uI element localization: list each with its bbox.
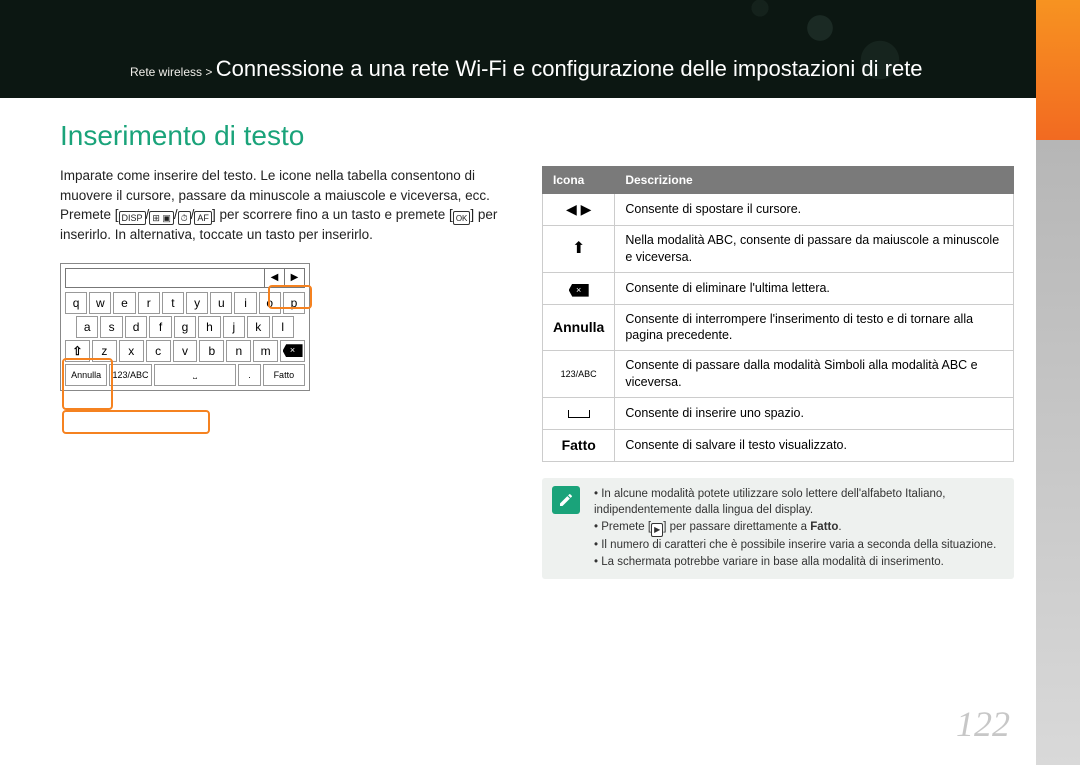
key-k[interactable]: k [247,316,269,338]
onscreen-keyboard: ◀ ▶ qwertyuiop asdfghjkl ⇧zxcvbnm× Annul… [60,263,310,391]
backspace-icon: × [543,272,615,304]
key-d[interactable]: d [125,316,147,338]
key-v[interactable]: v [173,340,198,362]
key-j[interactable]: j [223,316,245,338]
table-row: AnnullaConsente di interrompere l'inseri… [543,304,1014,351]
note-item: In alcune modalità potete utilizzare sol… [594,486,1004,519]
cancel-key[interactable]: Annulla [65,364,107,386]
key-u[interactable]: u [210,292,232,314]
header-background [0,0,1080,98]
key-l[interactable]: l [272,316,294,338]
note-box: In alcune modalità potete utilizzare sol… [542,478,1014,579]
desc-cell: Consente di inserire uno spazio. [615,398,1014,430]
note-pen-icon [552,486,580,514]
key-e[interactable]: e [113,292,135,314]
col-desc: Descrizione [615,167,1014,194]
key-h[interactable]: h [198,316,220,338]
timer-icon: ⏱ [178,211,191,225]
text-field[interactable] [66,269,264,287]
breadcrumb: Rete wireless > Connessione a una rete W… [130,56,923,82]
key-a[interactable]: a [76,316,98,338]
table-row: 123/ABCConsente di passare dalla modalit… [543,351,1014,398]
shift-key[interactable]: ⇧ [65,340,90,362]
desc-cell: Consente di interrompere l'inserimento d… [615,304,1014,351]
key-x[interactable]: x [119,340,144,362]
press-part2: ] per scorrere fino a un tasto e premete… [212,207,453,222]
key-c[interactable]: c [146,340,171,362]
page-number: 122 [956,703,1010,745]
key-n[interactable]: n [226,340,251,362]
key-r[interactable]: r [138,292,160,314]
key-y[interactable]: y [186,292,208,314]
side-tab [1036,0,1080,765]
breadcrumb-title: Connessione a una rete Wi-Fi e configura… [216,56,923,81]
table-row: FattoConsente di salvare il testo visual… [543,429,1014,461]
desc-cell: Consente di salvare il testo visualizzat… [615,429,1014,461]
key-o[interactable]: o [259,292,281,314]
key-g[interactable]: g [174,316,196,338]
ok-button-icon: OK [453,211,471,225]
key-w[interactable]: w [89,292,111,314]
desc-cell: Consente di spostare il cursore. [615,194,1014,226]
note-item: Il numero di caratteri che è possibile i… [594,537,1004,554]
note-list: In alcune modalità potete utilizzare sol… [594,486,1004,571]
cursor-right-key[interactable]: ▶ [284,269,304,287]
done-key[interactable]: Fatto [263,364,305,386]
icon-description-table: Icona Descrizione ◀ ▶Consente di spostar… [542,166,1014,462]
disp-button-icon: DISP [119,211,146,225]
key-q[interactable]: q [65,292,87,314]
press-part1: Premete [ [60,207,119,222]
backspace-key[interactable]: × [280,340,305,362]
dot-key[interactable]: . [238,364,260,386]
grid-icon: ⊞ ▣ [149,211,174,225]
section-heading: Inserimento di testo [60,120,1014,152]
table-row: ×Consente di eliminare l'ultima lettera. [543,272,1014,304]
key-t[interactable]: t [162,292,184,314]
key-i[interactable]: i [234,292,256,314]
col-icon: Icona [543,167,615,194]
table-row: Consente di inserire uno spazio. [543,398,1014,430]
table-row: ⬆Nella modalità ABC, consente di passare… [543,225,1014,272]
key-p[interactable]: p [283,292,305,314]
af-button-icon: AF [194,211,212,225]
icon-cell: Annulla [543,304,615,351]
cursor-left-key[interactable]: ◀ [264,269,284,287]
keyboard-input-row: ◀ ▶ [65,268,305,288]
desc-cell: Nella modalità ABC, consente di passare … [615,225,1014,272]
press-instruction: Premete [DISP/⊞ ▣/⏱/AF] per scorrere fin… [60,205,530,245]
table-row: ◀ ▶Consente di spostare il cursore. [543,194,1014,226]
key-f[interactable]: f [149,316,171,338]
note-item: La schermata potrebbe variare in base al… [594,554,1004,571]
shift-icon: ⬆ [543,225,615,272]
key-z[interactable]: z [92,340,117,362]
mode-key[interactable]: 123/ABC [109,364,151,386]
breadcrumb-section: Rete wireless > [130,65,212,79]
space-key[interactable]: ⎵ [154,364,237,386]
space-icon [543,398,615,430]
key-b[interactable]: b [199,340,224,362]
icon-cell: 123/ABC [543,351,615,398]
intro-text: Imparate come inserire del testo. Le ico… [60,166,530,205]
icon-cell: Fatto [543,429,615,461]
key-s[interactable]: s [100,316,122,338]
desc-cell: Consente di passare dalla modalità Simbo… [615,351,1014,398]
note-item: Premete [▶] per passare direttamente a F… [594,519,1004,537]
desc-cell: Consente di eliminare l'ultima lettera. [615,272,1014,304]
key-m[interactable]: m [253,340,278,362]
icon-cell: ◀ ▶ [543,194,615,226]
